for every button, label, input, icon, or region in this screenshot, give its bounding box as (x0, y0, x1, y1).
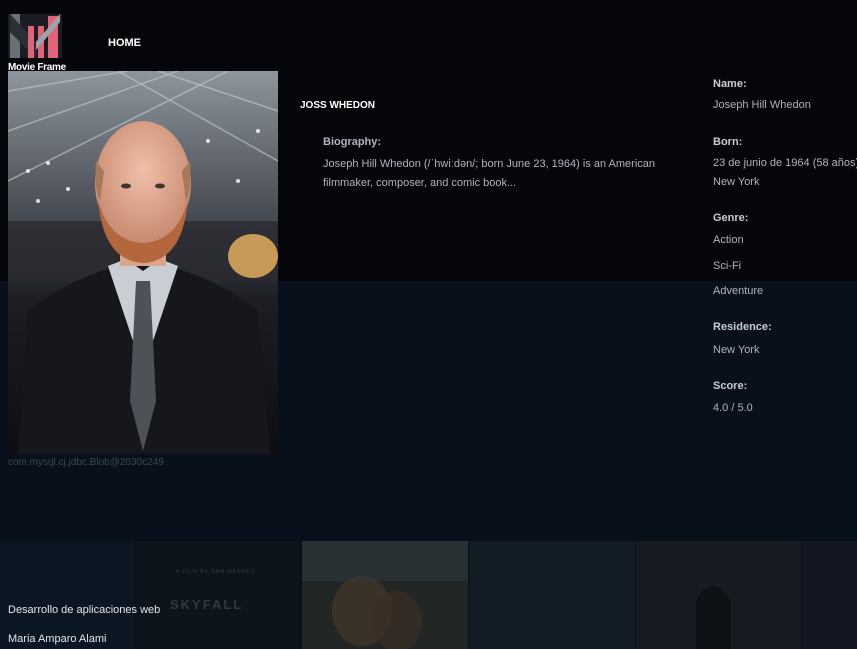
footer: A FILM BY SAM MENDES SKYFALL Desarrollo … (0, 541, 857, 649)
person-name-heading: JOSS WHEDON (300, 100, 376, 111)
logo-mark-icon (8, 14, 62, 58)
score-value: 4.0 / 5.0 (713, 402, 753, 414)
person-photo (8, 71, 278, 454)
born-date: 23 de junio de 1964 (58 años) (713, 157, 857, 169)
residence-label: Residence: (713, 321, 772, 333)
genre-label: Genre: (713, 212, 749, 224)
genre-item: Sci-Fi (713, 260, 742, 272)
born-place: New York (713, 176, 760, 188)
score-label: Score: (713, 380, 748, 392)
genre-item: Action (713, 234, 744, 246)
footer-author-text: Maria Amparo Alami (8, 633, 107, 645)
footer-course-text: Desarrollo de aplicaciones web (8, 604, 161, 616)
biography-label: Biography: (323, 136, 382, 148)
born-label: Born: (713, 136, 743, 148)
residence-value: New York (713, 344, 760, 356)
footer-overlay (0, 541, 857, 649)
name-label: Name: (713, 78, 747, 90)
biography-text: Joseph Hill Whedon (/ˈhwiːdən/; born Jun… (323, 158, 656, 189)
photo-caption: com.mysql.cj.jdbc.Blob@2030c249 (8, 457, 164, 468)
name-value: Joseph Hill Whedon (713, 99, 811, 111)
nav-home-link[interactable]: HOME (108, 37, 141, 49)
genre-item: Adventure (713, 285, 764, 297)
